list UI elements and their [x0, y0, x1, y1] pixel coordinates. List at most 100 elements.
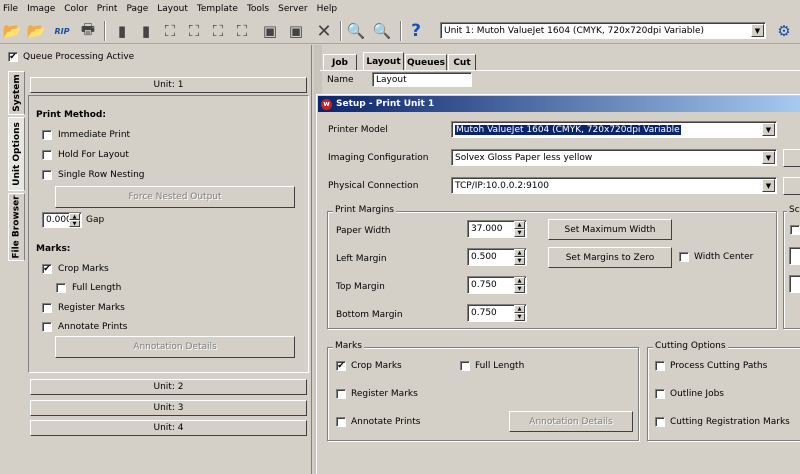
nest-icon[interactable]: ⛶ — [160, 21, 180, 41]
register-marks-checkbox[interactable] — [336, 389, 346, 399]
unit-2-header[interactable]: Unit: 2 — [30, 379, 307, 395]
menu-item-tools[interactable]: Tools — [247, 4, 269, 14]
imaging-config-select[interactable]: Solvex Gloss Paper less yellow ▼ — [451, 149, 777, 166]
cutting-reg-marks-checkbox[interactable] — [655, 417, 665, 427]
page-icon[interactable]: ▮ — [112, 21, 132, 41]
queue-active-label: Queue Processing Active — [23, 52, 135, 62]
spin-down-icon[interactable]: ▼ — [514, 229, 525, 237]
cutting-reg-marks-label: Cutting Registration Marks — [670, 417, 790, 427]
queue-active-checkbox[interactable]: ✔ — [8, 52, 18, 62]
name-input[interactable]: Layout — [372, 72, 472, 87]
copy-icon[interactable]: ▣ — [260, 21, 280, 41]
spin-down-icon[interactable]: ▼ — [514, 285, 525, 293]
menu-item-help[interactable]: Help — [317, 4, 338, 14]
physical-conn-label: Physical Connection — [328, 181, 419, 191]
page-icon[interactable]: ▮ — [136, 21, 156, 41]
printer-model-select[interactable]: Mutoh ValueJet 1604 (CMYK, 720x720dpi Va… — [451, 121, 777, 138]
full-length-checkbox[interactable] — [56, 283, 66, 293]
settings-icon[interactable]: ⚙ — [774, 21, 794, 41]
width-center-checkbox[interactable] — [679, 252, 689, 262]
unit-4-header[interactable]: Unit: 4 — [30, 420, 307, 436]
menu-item-print[interactable]: Print — [97, 4, 118, 14]
crop-marks-checkbox[interactable]: ✔ — [42, 264, 52, 274]
scaling-input[interactable] — [789, 275, 800, 293]
menu-item-layout[interactable]: Layout — [157, 4, 188, 14]
spin-down-icon[interactable]: ▼ — [69, 220, 80, 227]
nest-icon[interactable]: ⛶ — [208, 21, 228, 41]
print-margins-title: Print Margins — [333, 205, 396, 215]
physical-conn-button[interactable] — [783, 177, 800, 195]
tab-layout[interactable]: Layout — [363, 52, 404, 70]
cutting-options-title: Cutting Options — [653, 341, 728, 351]
menu-item-server[interactable]: Server — [278, 4, 308, 14]
left-margin-input[interactable]: 0.500 ▲ ▼ — [467, 248, 527, 266]
chevron-down-icon[interactable]: ▼ — [762, 123, 775, 136]
annotation-details-button[interactable]: Annotation Details — [509, 411, 633, 432]
full-length-label: Full Length — [72, 283, 122, 293]
menu-item-image[interactable]: Image — [27, 4, 55, 14]
chevron-down-icon[interactable]: ▼ — [762, 179, 775, 192]
immediate-print-checkbox[interactable] — [42, 130, 52, 140]
annotate-prints-checkbox[interactable] — [42, 322, 52, 332]
menu-bar: File Image Color Print Page Layout Template Too… — [0, 0, 800, 18]
crop-marks-label: Crop Marks — [351, 361, 402, 371]
annotation-details-button[interactable]: Annotation Details — [55, 336, 295, 358]
tab-cut[interactable]: Cut — [448, 54, 476, 70]
set-margins-zero-button[interactable]: Set Margins to Zero — [548, 247, 672, 268]
unit-3-header[interactable]: Unit: 3 — [30, 400, 307, 416]
spin-up-icon[interactable]: ▲ — [514, 305, 525, 313]
gap-input[interactable]: 0.000 ▲ ▼ — [42, 212, 82, 228]
help-icon[interactable]: ? — [406, 21, 426, 41]
open-folder-icon[interactable]: 📂 — [2, 21, 22, 41]
hold-for-layout-label: Hold For Layout — [58, 150, 129, 160]
spin-up-icon[interactable]: ▲ — [514, 277, 525, 285]
open-folder-icon[interactable]: 📂 — [26, 21, 46, 41]
tab-system[interactable]: System — [8, 71, 25, 115]
menu-item-template[interactable]: Template — [197, 4, 238, 14]
chevron-down-icon[interactable]: ▼ — [762, 151, 775, 164]
paper-width-input[interactable]: 37.000 ▲ ▼ — [467, 220, 527, 238]
zoom-out-icon[interactable]: 🔍 — [372, 21, 392, 41]
force-nested-output-button[interactable]: Force Nested Output — [55, 186, 295, 208]
annotate-prints-checkbox[interactable] — [336, 417, 346, 427]
nest-icon[interactable]: ⛶ — [184, 21, 204, 41]
bottom-margin-input[interactable]: 0.750 ▲ ▼ — [467, 304, 527, 322]
tab-file-browser[interactable]: File Browser — [8, 193, 25, 261]
spin-down-icon[interactable]: ▼ — [514, 313, 525, 321]
set-max-width-button[interactable]: Set Maximum Width — [548, 219, 672, 240]
nest-icon[interactable]: ⛶ — [232, 21, 252, 41]
spin-up-icon[interactable]: ▲ — [69, 213, 80, 220]
unit-select[interactable]: Unit 1: Mutoh ValueJet 1604 (CMYK, 720x7… — [440, 22, 766, 39]
zoom-in-icon[interactable]: 🔍 — [346, 21, 366, 41]
menu-item-color[interactable]: Color — [64, 4, 88, 14]
rip-icon[interactable]: RIP — [50, 21, 74, 41]
hold-for-layout-checkbox[interactable] — [42, 150, 52, 160]
physical-conn-select[interactable]: TCP/IP:10.0.0.2:9100 ▼ — [451, 177, 777, 194]
scaling-checkbox[interactable] — [790, 225, 800, 235]
register-marks-checkbox[interactable] — [42, 303, 52, 313]
left-panel: ✔ Queue Processing Active System Unit Op… — [0, 45, 312, 474]
crop-marks-label: Crop Marks — [58, 264, 109, 274]
menu-item-file[interactable]: File — [3, 4, 18, 14]
outline-jobs-label: Outline Jobs — [670, 389, 724, 399]
menu-item-page[interactable]: Page — [126, 4, 148, 14]
scaling-input[interactable] — [789, 247, 800, 265]
imaging-config-button[interactable] — [783, 149, 800, 167]
tab-job[interactable]: Job — [323, 54, 357, 70]
delete-icon[interactable]: ✕ — [314, 21, 334, 42]
spin-up-icon[interactable]: ▲ — [514, 221, 525, 229]
spin-down-icon[interactable]: ▼ — [514, 257, 525, 265]
crop-marks-checkbox[interactable]: ✔ — [336, 361, 346, 371]
unit-1-header[interactable]: Unit: 1 — [30, 77, 307, 93]
copy-icon[interactable]: ▣ — [286, 21, 306, 41]
tab-unit-options[interactable]: Unit Options — [8, 117, 25, 191]
chevron-down-icon[interactable]: ▼ — [751, 24, 764, 37]
printer-icon[interactable]: 🖶 — [78, 20, 98, 41]
single-row-nesting-checkbox[interactable] — [42, 170, 52, 180]
full-length-checkbox[interactable] — [460, 361, 470, 371]
outline-jobs-checkbox[interactable] — [655, 389, 665, 399]
tab-queues[interactable]: Queues — [405, 54, 447, 70]
spin-up-icon[interactable]: ▲ — [514, 249, 525, 257]
top-margin-input[interactable]: 0.750 ▲ ▼ — [467, 276, 527, 294]
process-cutting-paths-checkbox[interactable] — [655, 361, 665, 371]
